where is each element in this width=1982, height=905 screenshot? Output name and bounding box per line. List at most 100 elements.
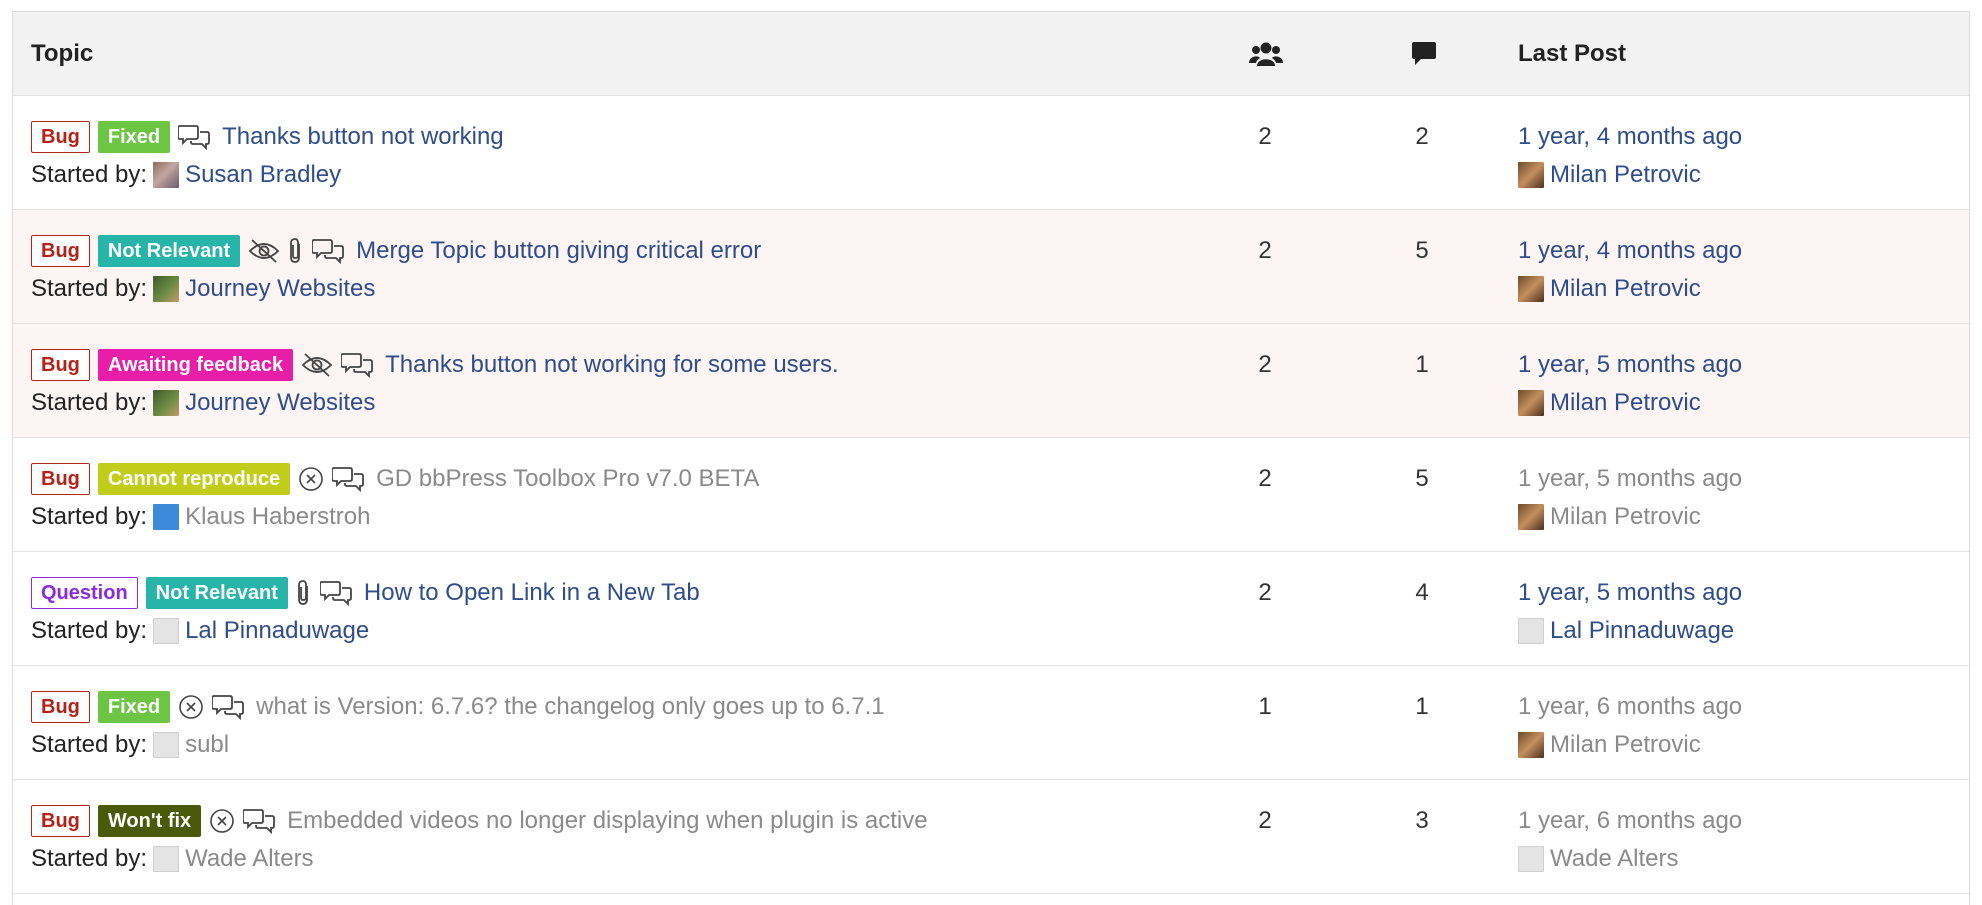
topic-rows: Bug Fixed Thanks button not working Started…: [13, 96, 1969, 894]
last-post-author-link[interactable]: Milan Petrovic: [1550, 161, 1701, 189]
table-row: Bug Won't fix Embedded videos no longer di…: [13, 780, 1969, 894]
last-post-author-link[interactable]: Wade Alters: [1550, 845, 1679, 873]
topic-status-badge[interactable]: Won't fix: [97, 805, 202, 837]
avatar[interactable]: [153, 276, 180, 302]
last-post-author-link[interactable]: Milan Petrovic: [1550, 731, 1701, 759]
last-post-time-link[interactable]: 1 year, 6 months ago: [1518, 690, 1742, 724]
avatar[interactable]: [153, 846, 180, 872]
last-post-time-link[interactable]: 1 year, 5 months ago: [1518, 576, 1742, 610]
discussion-icon: [341, 352, 374, 378]
topic-type-badge[interactable]: Bug: [31, 463, 90, 495]
started-by-label: Started by:: [31, 617, 148, 644]
avatar[interactable]: [1518, 732, 1544, 758]
topic-status-badge[interactable]: Awaiting feedback: [97, 349, 294, 381]
last-post-author: Milan Petrovic: [1518, 160, 1701, 190]
topic-title-link[interactable]: How to Open Link in a New Tab: [364, 579, 700, 607]
topic-status-badge[interactable]: Cannot reproduce: [97, 463, 291, 495]
topic-title-link[interactable]: Thanks button not working for some users…: [385, 351, 839, 379]
author-link[interactable]: Journey Websites: [185, 275, 375, 303]
last-post-author: Lal Pinnaduwage: [1518, 616, 1734, 646]
closed-circle-icon: [209, 808, 235, 834]
avatar[interactable]: [153, 390, 180, 416]
table-row: Bug Fixed Thanks button not working Started…: [13, 96, 1969, 210]
table-row: Bug Cannot reproduce GD bbPress Toolbox Pr…: [13, 438, 1969, 552]
topic-type-badge[interactable]: Bug: [31, 121, 90, 153]
topic-status-badge[interactable]: Fixed: [97, 691, 171, 723]
topic-type-badge[interactable]: Bug: [31, 235, 90, 267]
last-post-author-link[interactable]: Lal Pinnaduwage: [1550, 617, 1734, 645]
avatar[interactable]: [153, 732, 180, 758]
table-row: Bug Awaiting feedback Thanks button not wo…: [13, 324, 1969, 438]
paperclip-icon: [296, 579, 312, 607]
topic-type-badge[interactable]: Bug: [31, 349, 90, 381]
avatar[interactable]: [153, 618, 180, 644]
avatar[interactable]: [1518, 846, 1544, 872]
avatar[interactable]: [1518, 618, 1544, 644]
voice-count: 2: [1258, 579, 1272, 606]
last-post-time-link[interactable]: 1 year, 4 months ago: [1518, 120, 1742, 154]
discussion-icon: [312, 238, 345, 264]
topic-title-link[interactable]: Merge Topic button giving critical error: [356, 237, 761, 265]
last-post-author-link[interactable]: Milan Petrovic: [1550, 389, 1701, 417]
last-post-author: Milan Petrovic: [1518, 388, 1701, 418]
author-link[interactable]: subl: [185, 731, 229, 759]
topic-column-header: Topic: [31, 40, 94, 67]
author-link[interactable]: Klaus Haberstroh: [185, 503, 370, 531]
topic-title-link[interactable]: GD bbPress Toolbox Pro v7.0 BETA: [376, 465, 759, 493]
hidden-eye-icon: [248, 238, 280, 264]
topic-line: Bug Awaiting feedback Thanks button not wo…: [31, 348, 839, 382]
started-by-label: Started by:: [31, 503, 148, 530]
avatar[interactable]: [1518, 504, 1544, 530]
last-post-time-link[interactable]: 1 year, 4 months ago: [1518, 234, 1742, 268]
last-post-author-link[interactable]: Milan Petrovic: [1550, 275, 1701, 303]
started-by-label: Started by:: [31, 845, 148, 872]
last-post-column-header: Last Post: [1518, 40, 1627, 67]
avatar[interactable]: [1518, 162, 1544, 188]
started-by-label: Started by:: [31, 389, 148, 416]
author-link[interactable]: Wade Alters: [185, 845, 314, 873]
topic-started-by: Started by: Wade Alters: [31, 844, 314, 874]
topic-status-badge[interactable]: Fixed: [97, 121, 171, 153]
avatar[interactable]: [1518, 276, 1544, 302]
discussion-icon: [178, 124, 211, 150]
topic-title-link[interactable]: Embedded videos no longer displaying whe…: [287, 807, 927, 835]
last-post-time-link[interactable]: 1 year, 5 months ago: [1518, 348, 1742, 382]
last-post-author-link[interactable]: Milan Petrovic: [1550, 503, 1701, 531]
author-link[interactable]: Lal Pinnaduwage: [185, 617, 369, 645]
topic-title-link[interactable]: what is Version: 6.7.6? the changelog on…: [256, 693, 884, 721]
discussion-icon: [332, 466, 365, 492]
voice-count: 2: [1258, 123, 1272, 150]
table-row: Question Not Relevant How to Open Link in …: [13, 552, 1969, 666]
started-by-label: Started by:: [31, 731, 148, 758]
reply-count: 3: [1415, 807, 1429, 834]
topic-type-badge[interactable]: Question: [31, 577, 138, 609]
reply-count: 5: [1415, 237, 1429, 264]
author-link[interactable]: Journey Websites: [185, 389, 375, 417]
forum-topics-table: Topic Last Post Bug Fixed Thanks button no…: [12, 11, 1970, 905]
author-link[interactable]: Susan Bradley: [185, 161, 341, 189]
topic-title-link[interactable]: Thanks button not working: [222, 123, 504, 151]
topic-line: Bug Fixed what is Version: 6.7.6? the chan…: [31, 690, 885, 724]
topic-started-by: Started by: Klaus Haberstroh: [31, 502, 371, 532]
avatar[interactable]: [153, 162, 180, 188]
discussion-icon: [243, 808, 276, 834]
voice-count: 2: [1258, 237, 1272, 264]
topic-status-badge[interactable]: Not Relevant: [145, 577, 288, 609]
last-post-author: Milan Petrovic: [1518, 274, 1701, 304]
topic-type-badge[interactable]: Bug: [31, 691, 90, 723]
topic-line: Question Not Relevant How to Open Link in …: [31, 576, 700, 610]
reply-count: 1: [1415, 693, 1429, 720]
started-by-label: Started by:: [31, 161, 148, 188]
voice-count: 2: [1258, 465, 1272, 492]
topic-type-badge[interactable]: Bug: [31, 805, 90, 837]
avatar[interactable]: [153, 504, 180, 530]
last-post-author: Milan Petrovic: [1518, 502, 1701, 532]
topic-status-badge[interactable]: Not Relevant: [97, 235, 241, 267]
avatar[interactable]: [1518, 390, 1544, 416]
last-post-time-link[interactable]: 1 year, 6 months ago: [1518, 804, 1742, 838]
topic-started-by: Started by: Susan Bradley: [31, 160, 341, 190]
closed-circle-icon: [178, 694, 204, 720]
last-post-author: Wade Alters: [1518, 844, 1679, 874]
started-by-label: Started by:: [31, 275, 148, 302]
last-post-time-link[interactable]: 1 year, 5 months ago: [1518, 462, 1742, 496]
